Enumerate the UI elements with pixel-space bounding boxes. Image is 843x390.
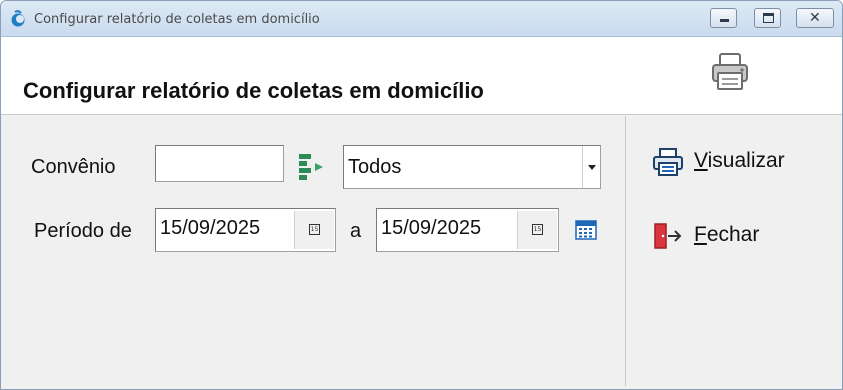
period-separator: a bbox=[350, 220, 362, 242]
convenio-lookup-icon[interactable] bbox=[297, 152, 327, 182]
exit-door-icon bbox=[654, 223, 682, 249]
end-date-value: 15/09/2025 bbox=[381, 217, 482, 239]
printer-icon bbox=[712, 53, 748, 90]
periodo-label: Período de bbox=[34, 220, 132, 242]
start-date-value: 15/09/2025 bbox=[160, 217, 261, 239]
minimize-icon bbox=[720, 19, 729, 22]
visualizar-button[interactable]: Visualizar bbox=[652, 146, 832, 178]
end-date-input[interactable]: 15/09/2025 15 bbox=[376, 208, 559, 252]
convenio-select-value: Todos bbox=[348, 156, 402, 178]
print-preview-icon bbox=[653, 148, 683, 176]
fechar-button[interactable]: Fechar bbox=[652, 220, 832, 252]
convenio-code-input[interactable] bbox=[155, 145, 284, 182]
calendar-icon: 15 bbox=[309, 224, 320, 235]
close-icon: ✕ bbox=[809, 10, 821, 26]
close-button[interactable]: ✕ bbox=[796, 8, 834, 28]
convenio-label: Convênio bbox=[31, 156, 116, 178]
actions-panel: Visualizar Fechar bbox=[626, 116, 842, 386]
maximize-icon bbox=[763, 13, 774, 23]
form-panel: Convênio Todos Período de 15/09/2025 15 … bbox=[1, 116, 625, 386]
header-panel: Configurar relatório de coletas em domic… bbox=[1, 37, 842, 115]
maximize-button[interactable] bbox=[754, 8, 781, 28]
minimize-button[interactable] bbox=[710, 8, 737, 28]
page-title: Configurar relatório de coletas em domic… bbox=[23, 78, 484, 103]
fechar-label: Fechar bbox=[694, 223, 760, 246]
calendar-icon: 15 bbox=[532, 224, 543, 235]
report-config-window: Configurar relatório de coletas em domic… bbox=[0, 0, 843, 390]
end-date-picker-button[interactable]: 15 bbox=[517, 211, 557, 249]
convenio-select[interactable]: Todos bbox=[343, 145, 601, 189]
dropdown-arrow-icon[interactable] bbox=[582, 146, 600, 188]
title-bar[interactable]: Configurar relatório de coletas em domic… bbox=[1, 1, 842, 37]
app-logo-icon bbox=[11, 10, 25, 27]
visualizar-label: Visualizar bbox=[694, 149, 785, 172]
start-date-picker-button[interactable]: 15 bbox=[294, 211, 334, 249]
period-calendar-icon[interactable] bbox=[575, 220, 597, 240]
window-title: Configurar relatório de coletas em domic… bbox=[34, 12, 320, 27]
start-date-input[interactable]: 15/09/2025 15 bbox=[155, 208, 336, 252]
